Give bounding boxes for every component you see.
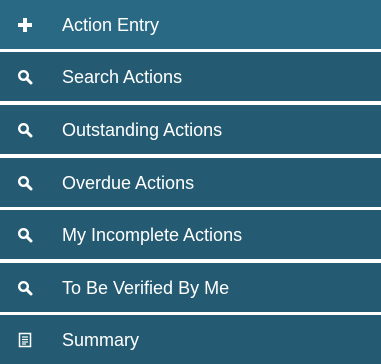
- search-icon: [16, 279, 34, 297]
- menu-item-summary[interactable]: Summary: [0, 315, 381, 364]
- menu-item-label: Overdue Actions: [62, 172, 195, 193]
- menu-item-to-be-verified-by-me[interactable]: To Be Verified By Me: [0, 263, 381, 312]
- search-icon: [16, 174, 34, 192]
- menu-item-label: Summary: [62, 329, 140, 350]
- menu-item-action-entry[interactable]: Action Entry: [0, 0, 381, 49]
- menu-item-my-incomplete-actions[interactable]: My Incomplete Actions: [0, 210, 381, 259]
- menu-item-overdue-actions[interactable]: Overdue Actions: [0, 158, 381, 207]
- actions-menu: Action Entry Search Actions Outstanding …: [0, 0, 381, 364]
- document-icon: [16, 331, 34, 349]
- menu-item-label: Action Entry: [62, 14, 160, 35]
- plus-icon: [16, 16, 34, 34]
- menu-item-outstanding-actions[interactable]: Outstanding Actions: [0, 105, 381, 154]
- menu-item-label: My Incomplete Actions: [62, 224, 243, 245]
- menu-item-label: Outstanding Actions: [62, 119, 223, 140]
- search-icon: [16, 121, 34, 139]
- menu-item-label: To Be Verified By Me: [62, 277, 230, 298]
- menu-item-search-actions[interactable]: Search Actions: [0, 52, 381, 101]
- search-icon: [16, 226, 34, 244]
- menu-item-label: Search Actions: [62, 66, 183, 87]
- search-icon: [16, 68, 34, 86]
